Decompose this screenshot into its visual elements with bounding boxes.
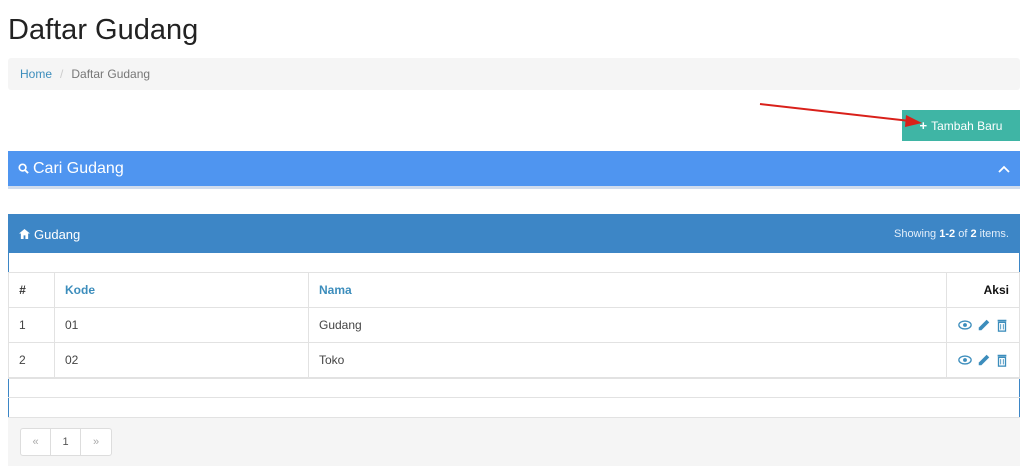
cell-actions [946, 342, 1020, 378]
plus-icon: + [919, 118, 928, 133]
cell-num: 2 [8, 342, 55, 378]
home-icon [19, 229, 30, 239]
grid-footer: « 1 » [8, 417, 1020, 466]
grid-header: Gudang Showing 1-2 of 2 items. [9, 215, 1019, 253]
edit-icon[interactable] [977, 353, 991, 367]
table-empty-row [8, 378, 1020, 398]
search-icon [18, 163, 29, 174]
add-new-label: Tambah Baru [931, 118, 1003, 133]
cell-nama: Gudang [307, 307, 948, 343]
breadcrumb-current: Daftar Gudang [71, 67, 151, 81]
edit-icon[interactable] [977, 318, 991, 332]
search-panel-title: Cari Gudang [33, 159, 124, 177]
column-header-num: # [8, 272, 55, 308]
breadcrumb: Home / Daftar Gudang [8, 58, 1020, 90]
cell-kode: 01 [54, 307, 309, 343]
cell-actions [946, 307, 1020, 343]
pagination-prev[interactable]: « [21, 429, 51, 455]
breadcrumb-home-link[interactable]: Home [20, 67, 52, 81]
chevron-up-icon[interactable] [998, 164, 1010, 174]
add-new-button[interactable]: + Tambah Baru [902, 110, 1020, 141]
pagination-page-1[interactable]: 1 [51, 429, 81, 455]
column-header-kode[interactable]: Kode [54, 272, 309, 308]
column-header-aksi: Aksi [946, 272, 1020, 308]
cell-num: 1 [8, 307, 55, 343]
breadcrumb-separator: / [60, 67, 64, 81]
delete-icon[interactable] [995, 318, 1009, 333]
pagination: « 1 » [20, 428, 112, 456]
column-header-nama[interactable]: Nama [307, 272, 948, 308]
table-row: 2 02 Toko [8, 342, 1020, 378]
grid-summary: Showing 1-2 of 2 items. [893, 228, 1009, 240]
table-row: 1 01 Gudang [8, 307, 1020, 343]
grid-panel: Gudang Showing 1-2 of 2 items. # Kode Na… [8, 214, 1020, 466]
view-icon[interactable] [958, 318, 973, 332]
cell-nama: Toko [307, 342, 948, 378]
gudang-table: # Kode Nama Aksi 1 01 Gudang 2 02 Toko [8, 272, 1020, 378]
delete-icon[interactable] [995, 353, 1009, 368]
view-icon[interactable] [958, 353, 973, 367]
cell-kode: 02 [54, 342, 309, 378]
grid-title: Gudang [34, 226, 81, 242]
page-title: Daftar Gudang [8, 14, 199, 46]
search-panel[interactable]: Cari Gudang [8, 151, 1020, 189]
pagination-next[interactable]: » [81, 429, 111, 455]
table-header-row: # Kode Nama Aksi [8, 272, 1020, 308]
